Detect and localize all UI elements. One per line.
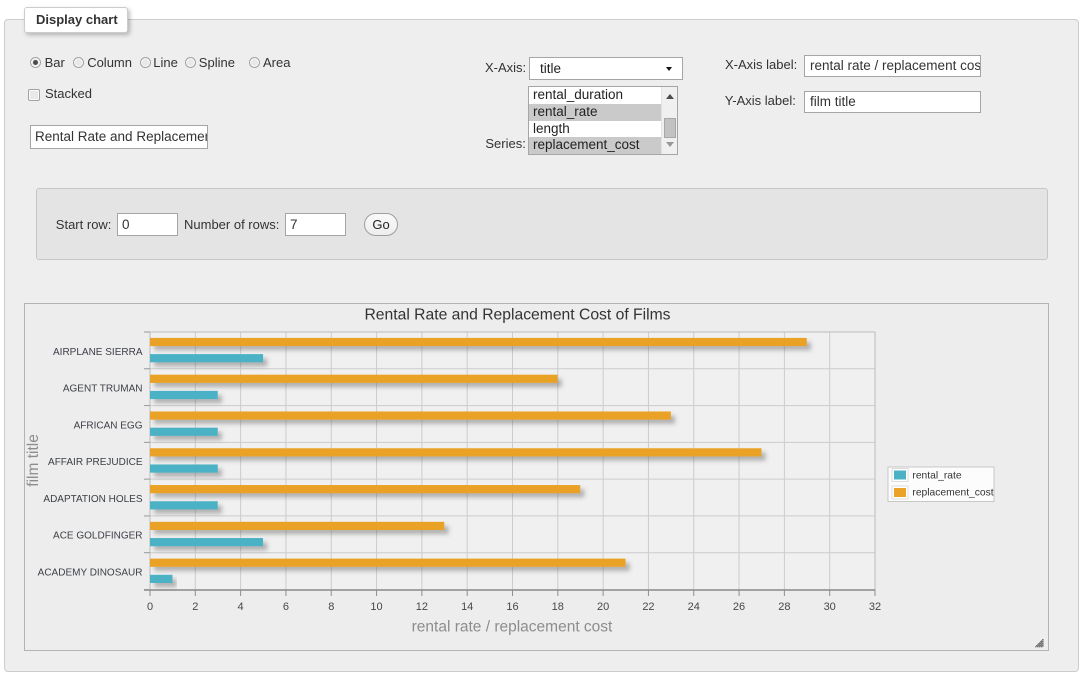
svg-text:ADAPTATION HOLES: ADAPTATION HOLES: [43, 494, 142, 505]
svg-text:AGENT TRUMAN: AGENT TRUMAN: [63, 384, 143, 395]
svg-text:24: 24: [688, 601, 700, 613]
svg-text:6: 6: [283, 601, 289, 613]
svg-text:2: 2: [192, 601, 198, 613]
svg-text:ACE GOLDFINGER: ACE GOLDFINGER: [53, 531, 142, 542]
svg-text:20: 20: [597, 601, 609, 613]
svg-text:ACADEMY DINOSAUR: ACADEMY DINOSAUR: [38, 568, 143, 579]
svg-text:18: 18: [552, 601, 564, 613]
svg-text:22: 22: [642, 601, 654, 613]
svg-text:8: 8: [328, 601, 334, 613]
svg-text:AIRPLANE SIERRA: AIRPLANE SIERRA: [53, 347, 143, 358]
svg-text:14: 14: [461, 601, 473, 613]
svg-text:32: 32: [869, 601, 881, 613]
svg-text:26: 26: [733, 601, 745, 613]
svg-text:AFFAIR PREJUDICE: AFFAIR PREJUDICE: [48, 457, 143, 468]
svg-text:30: 30: [824, 601, 836, 613]
svg-text:10: 10: [370, 601, 382, 613]
svg-text:rental_rate: rental_rate: [912, 471, 962, 482]
svg-text:16: 16: [506, 601, 518, 613]
svg-text:4: 4: [238, 601, 244, 613]
svg-text:12: 12: [416, 601, 428, 613]
svg-text:28: 28: [778, 601, 790, 613]
svg-text:replacement_cost: replacement_cost: [912, 488, 993, 499]
svg-text:AFRICAN EGG: AFRICAN EGG: [74, 420, 143, 431]
svg-text:rental rate / replacement cost: rental rate / replacement cost: [412, 619, 613, 636]
svg-text:film title: film title: [25, 434, 42, 487]
svg-text:0: 0: [147, 601, 153, 613]
svg-text:Rental Rate and Replacement Co: Rental Rate and Replacement Cost of Film…: [364, 307, 670, 324]
